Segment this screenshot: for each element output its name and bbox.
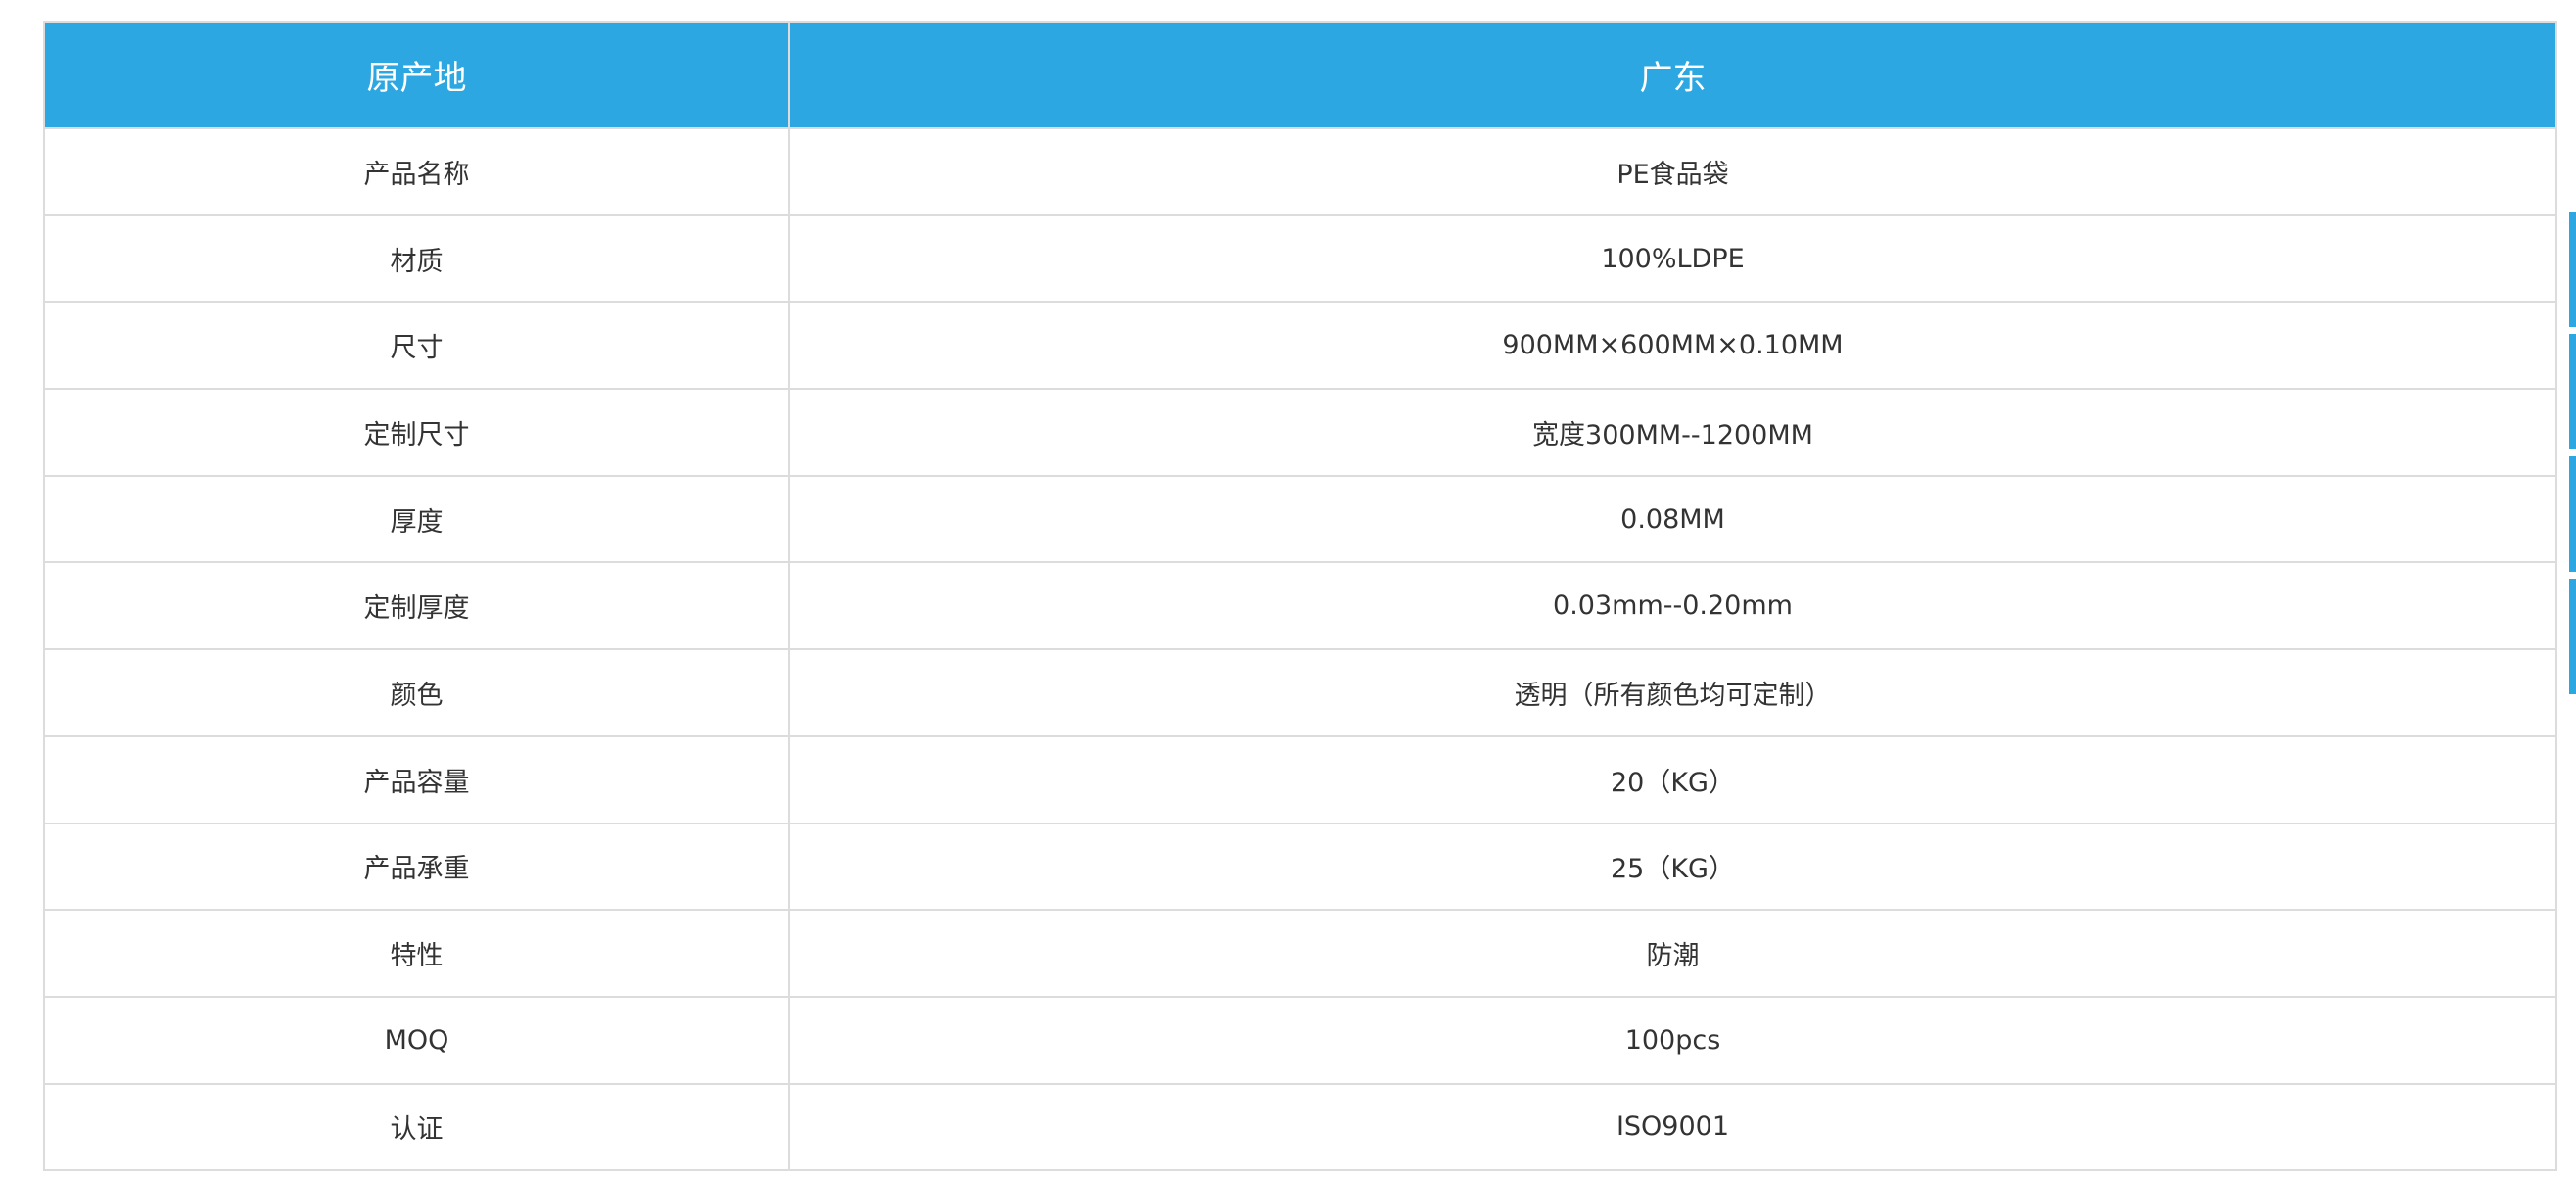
table-row: 定制厚度 0.03mm--0.20mm [43, 561, 2557, 651]
row-value: 宽度300MM--1200MM [788, 388, 2557, 477]
row-value: 防潮 [788, 909, 2557, 998]
table-row: 产品容量 20（KG） [43, 734, 2557, 824]
table-row: 颜色 透明（所有颜色均可定制） [43, 648, 2557, 737]
row-value: 透明（所有颜色均可定制） [788, 648, 2557, 737]
page: 原产地 广东 产品名称 PE食品袋 材质 100%LDPE 尺寸 900MM×6… [0, 0, 2576, 1177]
table-row: 定制尺寸 宽度300MM--1200MM [43, 388, 2557, 477]
row-label: 产品名称 [43, 127, 790, 216]
row-value: 900MM×600MM×0.10MM [788, 301, 2557, 391]
row-value: 100pcs [788, 995, 2557, 1085]
row-value: ISO9001 [788, 1082, 2557, 1172]
side-scroll-indicator[interactable] [2569, 212, 2576, 695]
side-tab[interactable] [2569, 456, 2576, 572]
table-row: 认证 ISO9001 [43, 1082, 2557, 1172]
row-label: 特性 [43, 909, 790, 998]
table-row: 材质 100%LDPE [43, 213, 2557, 304]
table-row: 尺寸 900MM×600MM×0.10MM [43, 301, 2557, 391]
table-row: 产品承重 25（KG） [43, 822, 2557, 912]
table-row: 特性 防潮 [43, 909, 2557, 998]
row-value: 20（KG） [788, 734, 2557, 824]
row-value: 0.08MM [788, 474, 2557, 564]
row-label: MOQ [43, 995, 790, 1085]
row-value: 25（KG） [788, 822, 2557, 912]
side-tab[interactable] [2569, 334, 2576, 449]
table-row: MOQ 100pcs [43, 995, 2557, 1085]
row-label: 产品承重 [43, 822, 790, 912]
header-value: 广东 [788, 21, 2557, 129]
table-row: 厚度 0.08MM [43, 474, 2557, 564]
table-header-row: 原产地 广东 [43, 21, 2557, 129]
row-value: 100%LDPE [788, 213, 2557, 304]
row-label: 定制尺寸 [43, 388, 790, 477]
row-label: 颜色 [43, 648, 790, 737]
header-label: 原产地 [43, 21, 790, 129]
row-label: 材质 [43, 213, 790, 304]
spec-table: 原产地 广东 产品名称 PE食品袋 材质 100%LDPE 尺寸 900MM×6… [43, 21, 2557, 1172]
row-label: 产品容量 [43, 734, 790, 824]
row-label: 定制厚度 [43, 561, 790, 651]
row-label: 认证 [43, 1082, 790, 1172]
row-label: 厚度 [43, 474, 790, 564]
row-value: 0.03mm--0.20mm [788, 561, 2557, 651]
row-label: 尺寸 [43, 301, 790, 391]
table-row: 产品名称 PE食品袋 [43, 127, 2557, 216]
side-tab[interactable] [2569, 579, 2576, 694]
side-tab[interactable] [2569, 212, 2576, 327]
row-value: PE食品袋 [788, 127, 2557, 216]
